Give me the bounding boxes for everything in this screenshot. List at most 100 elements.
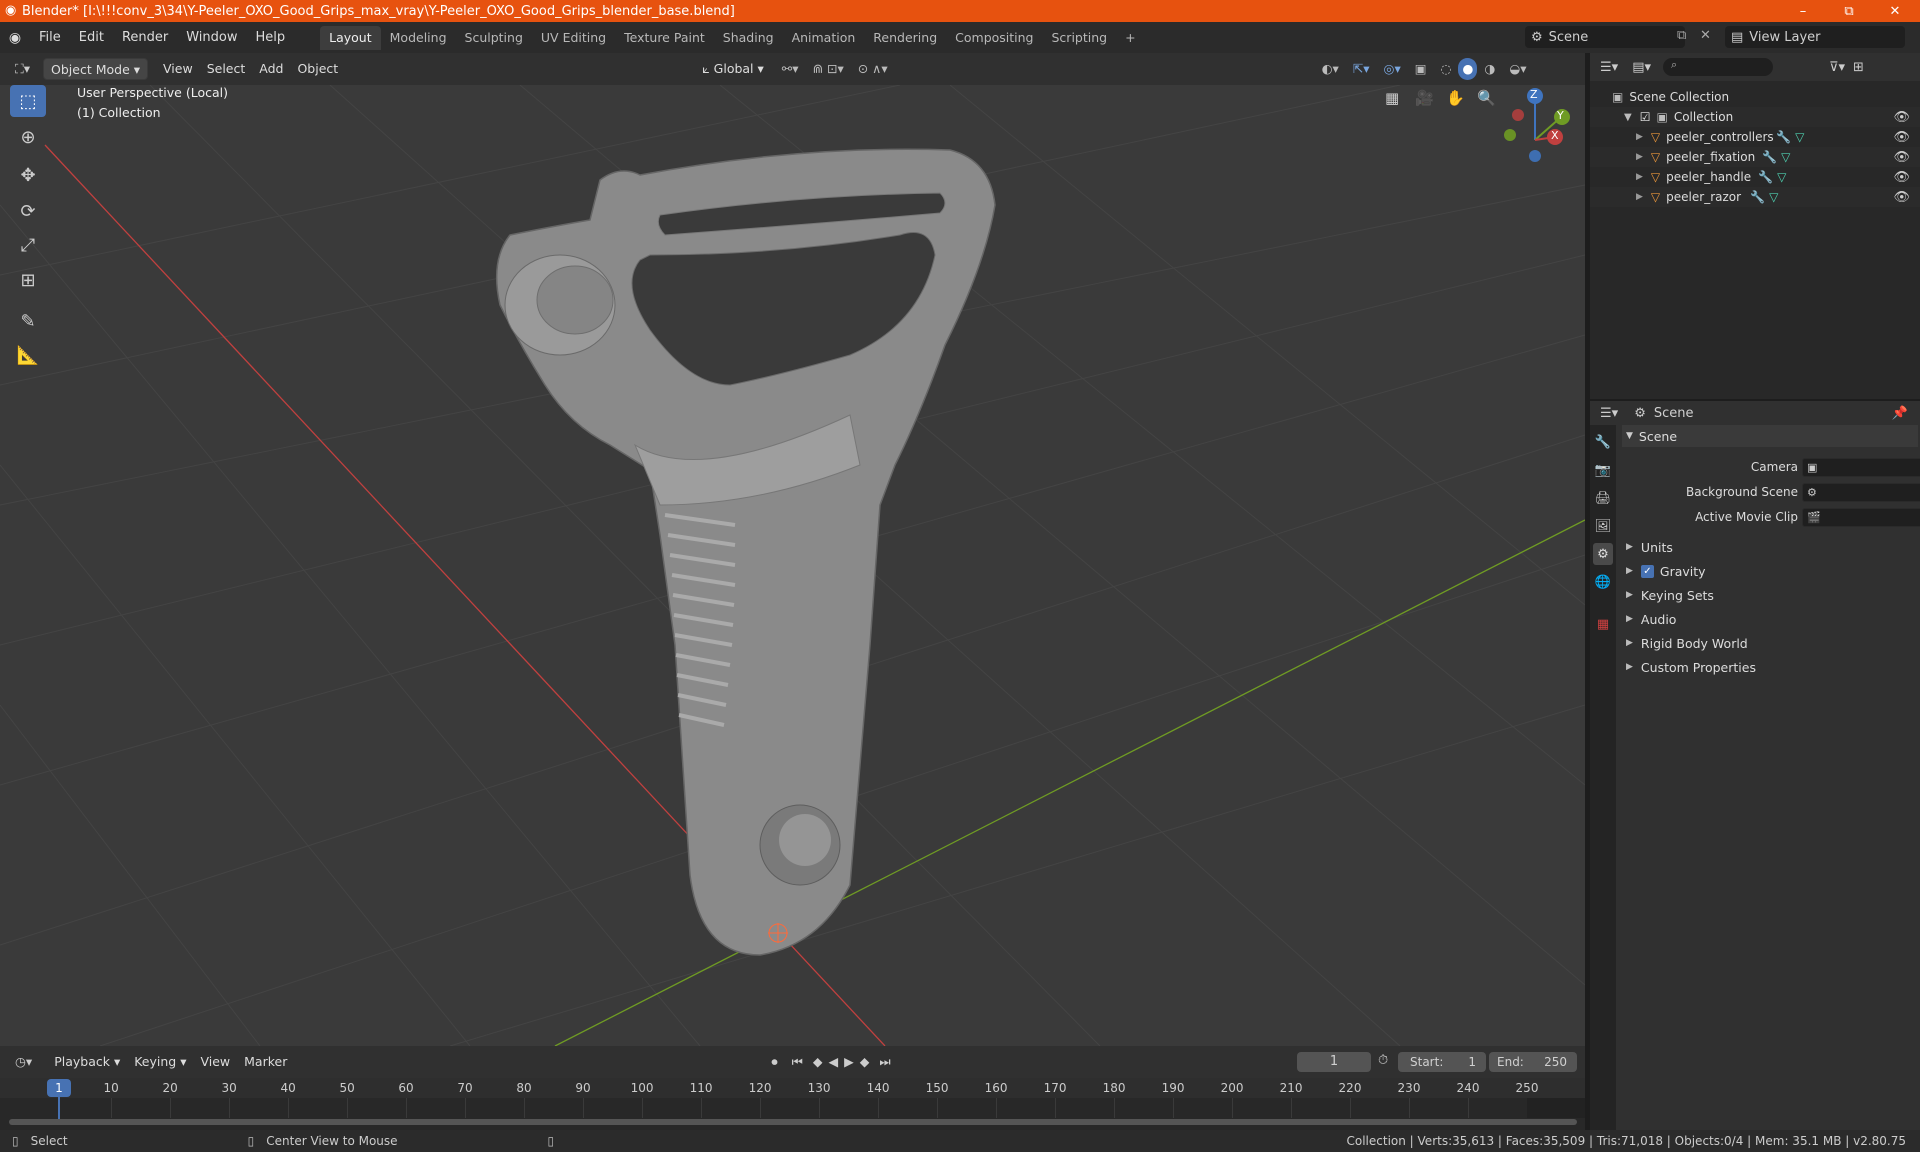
- properties-editor-icon[interactable]: ☰▾: [1600, 406, 1618, 421]
- filter-icon[interactable]: ⊽▾: [1829, 60, 1845, 75]
- proportional-edit-icon[interactable]: ⊙ ∧▾: [851, 58, 895, 80]
- menu-help[interactable]: Help: [247, 27, 295, 49]
- material-shading-icon[interactable]: ◑: [1477, 58, 1502, 80]
- rotate-tool-icon[interactable]: ⟳: [10, 195, 46, 227]
- stopwatch-icon[interactable]: ⏱: [1378, 1053, 1388, 1068]
- tab-texture-paint[interactable]: Texture Paint: [615, 26, 714, 50]
- active-movie-clip-field[interactable]: 🎬: [1802, 507, 1920, 527]
- pivot-icon[interactable]: ⚯▾: [775, 58, 806, 80]
- editor-type-icon[interactable]: ⛶▾: [8, 58, 37, 80]
- outliner-search-input[interactable]: ⌕: [1663, 58, 1773, 76]
- collection-checkbox[interactable]: ☑: [1640, 110, 1651, 124]
- jump-keyframe-back-icon[interactable]: ◆: [810, 1051, 826, 1073]
- outliner-object-row[interactable]: ▶ ▽ peeler_razor 🔧 ▽ 👁: [1590, 187, 1920, 207]
- visibility-eye-icon[interactable]: 👁: [1893, 150, 1910, 165]
- visibility-eye-icon[interactable]: 👁: [1893, 190, 1910, 205]
- current-frame-field[interactable]: 1: [1297, 1052, 1371, 1072]
- camera-field[interactable]: ▣ ✒: [1802, 457, 1920, 477]
- peeler-model[interactable]: [495, 148, 996, 956]
- outliner-collection[interactable]: ▼ ☑ ▣ Collection 👁: [1590, 107, 1920, 127]
- minimize-button[interactable]: –: [1780, 0, 1826, 22]
- outliner-object-row[interactable]: ▶ ▽ peeler_handle 🔧 ▽ 👁: [1590, 167, 1920, 187]
- menu-view-timeline[interactable]: View: [193, 1051, 237, 1073]
- expand-icon[interactable]: ▶: [1636, 172, 1643, 182]
- display-mode-icon[interactable]: ▤▾: [1632, 60, 1651, 75]
- move-tool-icon[interactable]: ✥: [10, 159, 46, 191]
- jump-end-icon[interactable]: ⏭: [872, 1051, 897, 1073]
- collapse-icon[interactable]: ▼: [1624, 112, 1632, 123]
- expand-icon[interactable]: ▶: [1636, 152, 1643, 162]
- menu-render[interactable]: Render: [113, 27, 177, 49]
- jump-keyframe-forward-icon[interactable]: ◆: [857, 1051, 873, 1073]
- gizmo-toggle-icon[interactable]: ⇱▾: [1346, 58, 1377, 80]
- record-button-icon[interactable]: ⏺: [764, 1051, 784, 1073]
- audio-subpanel[interactable]: ▶ Audio: [1622, 608, 1918, 630]
- playhead-frame-indicator[interactable]: 1: [47, 1079, 71, 1097]
- outliner-scene-collection[interactable]: ▣ Scene Collection: [1590, 87, 1920, 107]
- menu-file[interactable]: File: [30, 27, 70, 49]
- menu-add[interactable]: Add: [252, 58, 290, 80]
- blender-menu-icon[interactable]: ◉: [0, 30, 30, 46]
- new-collection-icon[interactable]: ⊞: [1853, 60, 1864, 75]
- outliner-object-row[interactable]: ▶ ▽ peeler_controllers 🔧 ▽ 👁: [1590, 127, 1920, 147]
- tab-scripting[interactable]: Scripting: [1043, 26, 1117, 50]
- tab-modeling[interactable]: Modeling: [381, 26, 456, 50]
- rendered-shading-icon[interactable]: ◒▾: [1502, 58, 1533, 80]
- toggle-camera-grid-icon[interactable]: ▦: [1385, 89, 1399, 107]
- scene-panel-header[interactable]: ▼ Scene: [1622, 425, 1918, 447]
- timeline-editor-icon[interactable]: ◷▾: [8, 1051, 39, 1073]
- play-icon[interactable]: ▶: [841, 1051, 857, 1073]
- play-reverse-icon[interactable]: ◀: [826, 1051, 842, 1073]
- mode-dropdown[interactable]: Object Mode ▾: [43, 58, 149, 80]
- scene-selector[interactable]: ⚙ Scene: [1525, 26, 1685, 48]
- keying-sets-subpanel[interactable]: ▶ Keying Sets: [1622, 584, 1918, 606]
- select-box-tool-icon[interactable]: ⬚: [10, 85, 46, 117]
- timeline-area[interactable]: 10 20 30 40 50 60 70 80 90 100 110 120 130 140 150 160 1…: [0, 1078, 1585, 1130]
- menu-select[interactable]: Select: [200, 58, 253, 80]
- menu-edit[interactable]: Edit: [70, 27, 113, 49]
- xray-icon[interactable]: ▣: [1408, 58, 1434, 80]
- menu-playback[interactable]: Playback ▾: [47, 1051, 127, 1073]
- pin-icon[interactable]: 📌: [1892, 406, 1908, 421]
- outliner-object-row[interactable]: ▶ ▽ peeler_fixation 🔧 ▽ 👁: [1590, 147, 1920, 167]
- orientation-dropdown[interactable]: ⟀ Global ▾: [695, 58, 771, 80]
- add-workspace-button[interactable]: +: [1116, 26, 1144, 50]
- rigid-body-world-subpanel[interactable]: ▶ Rigid Body World: [1622, 632, 1918, 654]
- background-scene-field[interactable]: ⚙: [1802, 482, 1920, 502]
- tool-tab-icon[interactable]: 🔧: [1593, 431, 1613, 453]
- new-scene-icon[interactable]: ⧉: [1677, 28, 1686, 43]
- measure-tool-icon[interactable]: 📐: [10, 339, 46, 371]
- tab-shading[interactable]: Shading: [714, 26, 783, 50]
- view-layer-tab-icon[interactable]: 🖼: [1593, 515, 1613, 537]
- timeline-scrollbar[interactable]: [9, 1119, 1577, 1125]
- tab-uv-editing[interactable]: UV Editing: [532, 26, 615, 50]
- menu-window[interactable]: Window: [177, 27, 246, 49]
- world-tab-icon[interactable]: 🌐: [1593, 571, 1613, 593]
- units-subpanel[interactable]: ▶ Units: [1622, 536, 1918, 558]
- view-layer-selector[interactable]: ▤ View Layer: [1725, 26, 1905, 48]
- cursor-tool-icon[interactable]: ⊕: [10, 121, 46, 153]
- camera-view-icon[interactable]: 🎥: [1415, 89, 1434, 107]
- visibility-eye-icon[interactable]: 👁: [1893, 170, 1910, 185]
- tab-rendering[interactable]: Rendering: [864, 26, 946, 50]
- texture-tab-icon[interactable]: ▦: [1593, 613, 1613, 635]
- custom-properties-subpanel[interactable]: ▶ Custom Properties: [1622, 656, 1918, 678]
- delete-scene-icon[interactable]: ✕: [1700, 28, 1711, 43]
- tab-animation[interactable]: Animation: [783, 26, 865, 50]
- annotate-tool-icon[interactable]: ✎: [10, 305, 46, 337]
- tab-compositing[interactable]: Compositing: [946, 26, 1042, 50]
- gravity-checkbox[interactable]: ✓: [1640, 564, 1654, 578]
- visibility-icon[interactable]: ◐▾: [1315, 58, 1346, 80]
- tab-layout[interactable]: Layout: [320, 25, 381, 50]
- end-frame-field[interactable]: End: 250: [1489, 1052, 1577, 1072]
- start-frame-field[interactable]: Start: 1: [1398, 1052, 1486, 1072]
- menu-keying[interactable]: Keying ▾: [127, 1051, 193, 1073]
- visibility-eye-icon[interactable]: 👁: [1893, 130, 1910, 145]
- overlay-toggle-icon[interactable]: ◎▾: [1377, 58, 1408, 80]
- menu-view[interactable]: View: [156, 58, 200, 80]
- outliner-editor-icon[interactable]: ☰▾: [1600, 60, 1618, 75]
- scale-tool-icon[interactable]: ⤢: [10, 229, 46, 261]
- jump-start-icon[interactable]: ⏮: [785, 1051, 810, 1073]
- wireframe-shading-icon[interactable]: ◌: [1434, 58, 1459, 80]
- 3d-viewport[interactable]: Z Y X ▦ 🎥 ✋ 🔍 User Perspective (Local) (…: [0, 85, 1585, 1046]
